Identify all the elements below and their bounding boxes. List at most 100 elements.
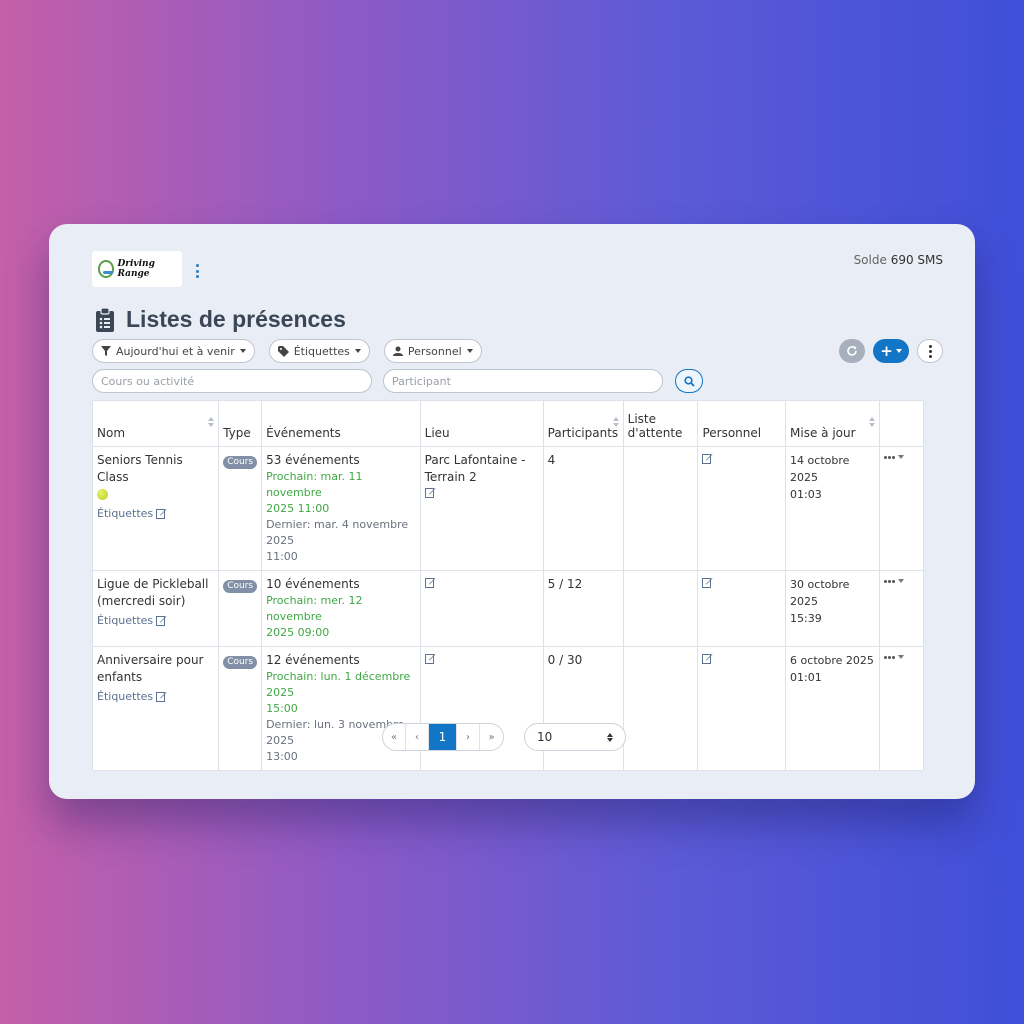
cell-type: Cours [218,646,263,771]
page-title: Listes de présences [126,306,346,332]
refresh-button[interactable] [839,339,865,363]
cell-actions [879,446,924,571]
chevron-down-icon [466,349,473,353]
ellipsis-icon [884,579,896,583]
search-icon [683,375,695,387]
course-name-link[interactable]: Ligue de Pickleball (mercredi soir) [97,576,214,610]
search-button[interactable] [675,369,703,393]
cell-participants[interactable]: 0 / 30 [542,646,624,771]
next-event: Prochain: lun. 1 décembre 2025 15:00 [266,670,411,715]
filter-bar: Aujourd'hui et à venir Étiquettes Person… [92,339,482,363]
attendance-table: Nom Type Événements Lieu Participants Li… [91,400,924,771]
toolbar-actions: + [839,339,943,363]
pagination: « ‹ 1 › » [382,723,504,751]
events-count[interactable]: 53 événements [266,452,416,469]
date-filter-dropdown[interactable]: Aujourd'hui et à venir [92,339,255,363]
sms-balance-value: 690 SMS [890,253,943,267]
cell-participants[interactable]: 5 / 12 [542,570,624,647]
tags-link[interactable]: Étiquettes [97,612,214,629]
cell-updated: 6 octobre 2025 01:01 [785,646,881,771]
cell-staff [697,646,787,771]
page-size-select[interactable]: 10 [524,723,626,751]
column-header-updated[interactable]: Mise à jour [785,400,881,447]
edit-icon[interactable] [424,653,436,664]
tags-link[interactable]: Étiquettes [97,688,214,705]
brand-menu-icon[interactable] [196,264,200,278]
course-name-link[interactable]: Anniversaire pour enfants [97,652,214,686]
edit-icon[interactable] [702,653,713,664]
cell-actions [879,570,924,647]
cell-location: Parc Lafontaine - Terrain 2 [419,446,544,571]
cell-staff [697,570,787,647]
type-badge: Cours [223,456,258,469]
course-name-link[interactable]: Seniors Tennis Class [97,452,214,503]
participant-search-input[interactable] [383,369,663,393]
sort-icon [612,417,619,429]
column-header-events: Événements [261,400,421,447]
tag-icon [277,345,289,357]
column-header-participants[interactable]: Participants [542,400,624,447]
chevron-down-icon [895,349,902,353]
cell-type: Cours [218,570,263,647]
events-count[interactable]: 10 événements [266,576,416,593]
staff-filter-label: Personnel [407,344,462,358]
edit-icon [156,509,167,519]
column-header-location: Lieu [419,400,544,447]
edit-icon[interactable] [424,487,436,498]
row-actions-dropdown[interactable] [884,455,919,459]
tags-link[interactable]: Étiquettes [97,505,214,522]
tags-filter-dropdown[interactable]: Étiquettes [268,339,370,363]
tennis-ball-icon [97,489,108,500]
cell-location [419,570,544,647]
next-page-button[interactable]: › [457,724,480,750]
search-bar [92,369,703,393]
row-actions-dropdown[interactable] [884,579,919,583]
cell-type: Cours [218,446,263,571]
cell-updated: 30 octobre 2025 15:39 [785,570,881,647]
column-header-actions [879,400,924,447]
sort-icon [208,417,215,429]
prev-page-button[interactable]: ‹ [406,724,429,750]
next-event: Prochain: mar. 11 novembre 2025 11:00 [266,470,363,515]
table-row: Anniversaire pour enfants Étiquettes Cour… [91,646,924,771]
edit-icon[interactable] [702,577,713,588]
cell-waitlist [622,646,699,771]
cell-events: 53 événements Prochain: mar. 11 novembre… [261,446,421,571]
column-header-waitlist: Liste d'attente [622,400,699,447]
last-page-button[interactable]: » [480,724,503,750]
course-search-input[interactable] [92,369,372,393]
sort-icon [869,417,876,429]
first-page-button[interactable]: « [383,724,406,750]
sms-balance-label: Solde [853,253,887,267]
staff-filter-dropdown[interactable]: Personnel [383,339,482,363]
chevron-down-icon [898,579,905,583]
brand-logo-text: Driving Range [117,259,155,279]
current-page-button[interactable]: 1 [429,724,457,750]
type-badge: Cours [223,580,258,593]
add-button[interactable]: + [873,339,909,363]
cell-waitlist [622,446,699,571]
chevron-down-icon [354,349,361,353]
select-arrows-icon [607,732,613,742]
cell-events: 12 événements Prochain: lun. 1 décembre … [261,646,421,771]
column-header-name[interactable]: Nom [91,400,220,447]
refresh-icon [847,346,857,356]
golf-logo-icon [98,260,115,278]
edit-icon[interactable] [702,453,713,464]
page-header: Listes de présences [96,306,346,333]
brand-logo[interactable]: Driving Range [92,251,182,287]
cell-name: Seniors Tennis Class Étiquettes [91,446,220,571]
cell-waitlist [622,570,699,647]
row-actions-dropdown[interactable] [884,655,919,659]
table-row: Seniors Tennis Class Étiquettes Cours 53… [91,446,924,571]
ellipsis-icon [884,655,896,659]
edit-icon[interactable] [424,577,436,588]
ellipsis-icon [884,455,896,459]
events-count[interactable]: 12 événements [266,652,416,669]
chevron-down-icon [898,455,905,459]
tags-filter-label: Étiquettes [293,344,350,358]
cell-events: 10 événements Prochain: mer. 12 novembre… [261,570,421,647]
more-options-button[interactable] [917,339,943,363]
cell-actions [879,646,924,771]
cell-participants[interactable]: 4 [542,446,624,571]
